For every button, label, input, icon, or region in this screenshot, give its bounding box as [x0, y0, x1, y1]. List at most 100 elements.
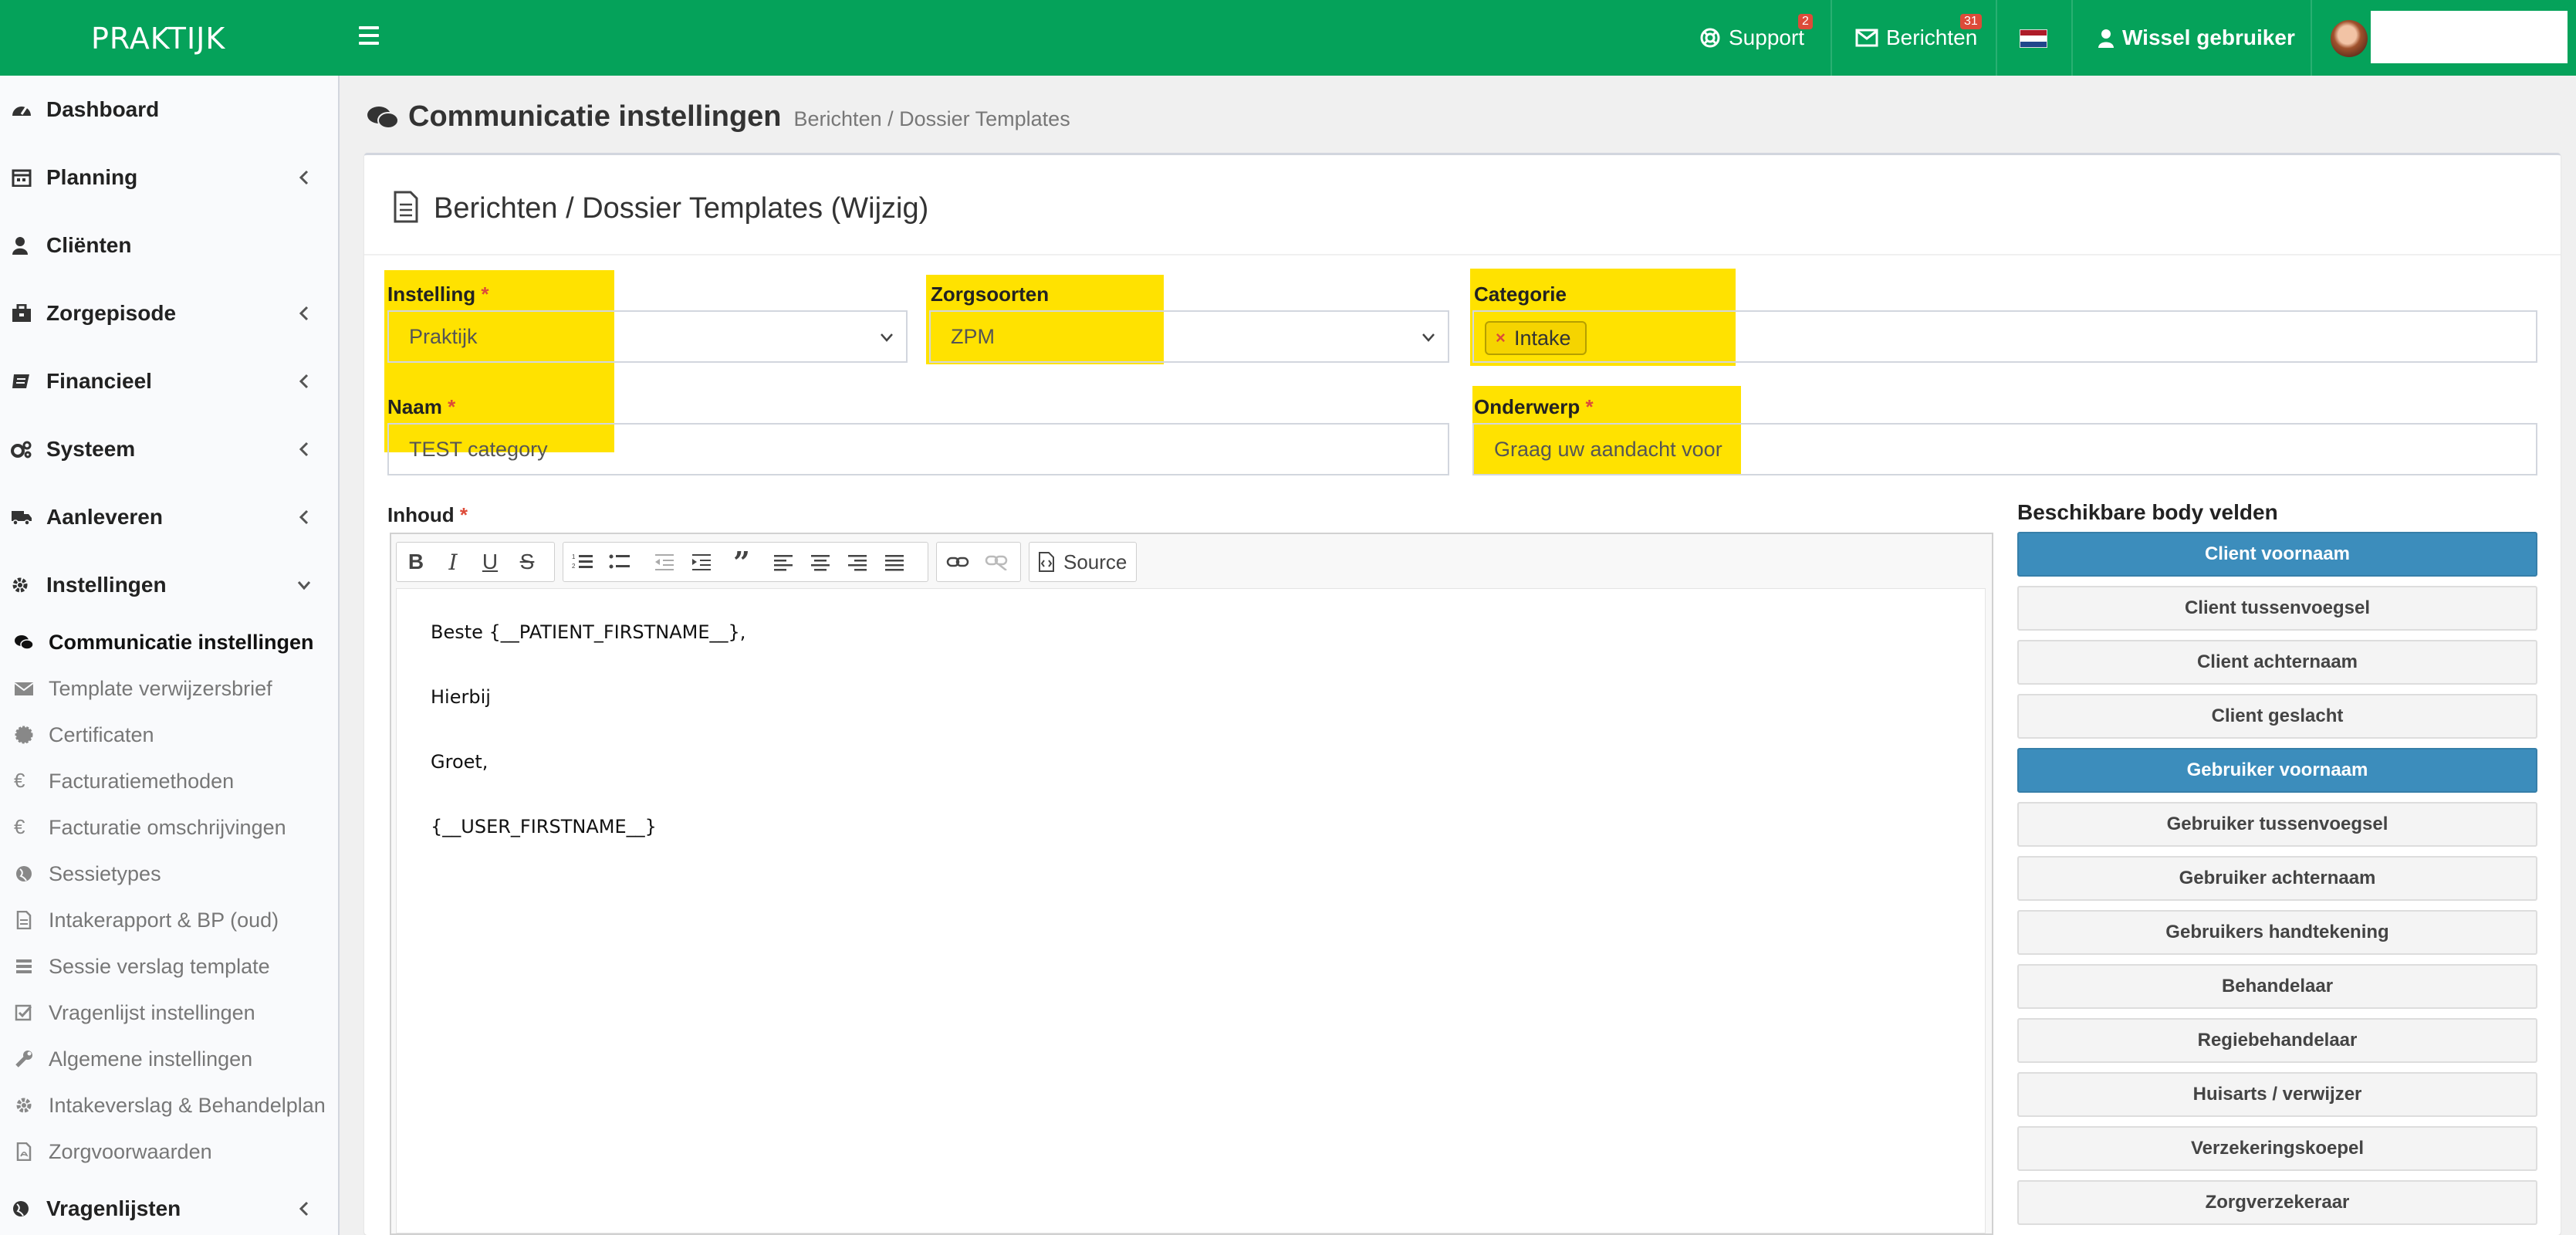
euro-icon: €	[14, 769, 25, 792]
onderwerp-value: Graag uw aandacht voor	[1494, 437, 1722, 461]
italic-icon[interactable]: I	[438, 547, 468, 577]
link-icon[interactable]	[943, 547, 972, 577]
inhoud-label: Inhoud *	[387, 503, 468, 526]
categorie-tag-intake[interactable]: × Intake	[1485, 321, 1587, 355]
sidebar-item-planning[interactable]: Planning	[0, 144, 340, 211]
chevron-left-icon	[299, 374, 309, 389]
sidebar-item-aanleveren[interactable]: Aanleveren	[0, 483, 340, 551]
sidebar-sublabel: Facturatie omschrijvingen	[49, 815, 286, 839]
unlink-icon[interactable]	[982, 547, 1011, 577]
naam-input[interactable]: TEST category	[387, 423, 1449, 475]
sidebar-sublabel: Intakeverslag & Behandelplan	[49, 1093, 326, 1117]
sidebar-subitem-facturatiemethoden[interactable]: € Facturatiemethoden	[0, 758, 340, 804]
field-client-geslacht-button[interactable]: Client geslacht	[2017, 694, 2537, 739]
sidebar-subitem-vragenlijst-instellingen[interactable]: Vragenlijst instellingen	[0, 990, 340, 1036]
checkbox-icon	[15, 1004, 32, 1021]
gear-icon	[16, 1098, 32, 1113]
sidebar-item-zorgepisode[interactable]: Zorgepisode	[0, 279, 340, 347]
field-huisarts-verwijzer-button[interactable]: Huisarts / verwijzer	[2017, 1072, 2537, 1117]
field-zorgverzekeraar-button[interactable]: Zorgverzekeraar	[2017, 1180, 2537, 1225]
outdent-icon[interactable]	[650, 547, 679, 577]
book-icon	[12, 374, 29, 388]
wrench-icon	[15, 1051, 32, 1068]
chevron-left-icon	[299, 170, 309, 185]
sidebar-item-systeem[interactable]: Systeem	[0, 415, 340, 483]
support-link[interactable]: Support	[1699, 0, 1804, 76]
sidebar-item-financieel[interactable]: Financieel	[0, 347, 340, 415]
categorie-multiselect[interactable]	[1472, 310, 2537, 363]
messages-link[interactable]: Berichten	[1855, 0, 1977, 76]
switch-user-button[interactable]: Wissel gebruiker	[2098, 0, 2295, 76]
file-text-icon	[394, 191, 418, 223]
calendar-icon	[12, 169, 32, 187]
sidebar-sublabel: Intakerapport & BP (oud)	[49, 908, 279, 932]
field-verzekeringskoepel-button[interactable]: Verzekeringskoepel	[2017, 1126, 2537, 1171]
sidebar-item-vragenlijsten[interactable]: Vragenlijsten	[0, 1175, 340, 1235]
onderwerp-input[interactable]: Graag uw aandacht voor	[1472, 423, 2537, 475]
support-badge: 2	[1798, 14, 1813, 29]
field-gebruiker-tussenvoegsel-button[interactable]: Gebruiker tussenvoegsel	[2017, 802, 2537, 847]
comments-icon	[367, 106, 399, 129]
align-left-icon[interactable]	[769, 547, 798, 577]
menu-toggle-icon[interactable]	[359, 26, 379, 45]
instelling-select[interactable]: Praktijk	[387, 310, 908, 363]
sidebar-subitem-sessietypes[interactable]: Sessietypes	[0, 851, 340, 897]
switch-user-label: Wissel gebruiker	[2122, 25, 2295, 49]
sidebar-subitem-zorgvoorwaarden[interactable]: Zorgvoorwaarden	[0, 1128, 340, 1175]
align-center-icon[interactable]	[806, 547, 835, 577]
page-title: Communicatie instellingen	[408, 100, 782, 133]
certificate-icon	[15, 726, 33, 744]
user-name-box[interactable]	[2371, 11, 2568, 63]
align-justify-icon[interactable]	[880, 547, 909, 577]
brand-logo[interactable]: PRAKTIJK	[91, 22, 225, 56]
sidebar-item-dashboard[interactable]: Dashboard	[0, 76, 340, 144]
sidebar-subitem-intakerapport[interactable]: Intakerapport & BP (oud)	[0, 897, 340, 943]
indent-icon[interactable]	[687, 547, 716, 577]
field-client-tussenvoegsel-button[interactable]: Client tussenvoegsel	[2017, 586, 2537, 631]
truck-icon	[12, 511, 32, 526]
strikethrough-icon[interactable]: S	[512, 547, 542, 577]
align-right-icon[interactable]	[843, 547, 872, 577]
sidebar-label: Cliënten	[46, 233, 132, 257]
sidebar-label: Aanleveren	[46, 505, 163, 529]
briefcase-icon	[12, 304, 31, 322]
sidebar-subitem-algemene-instellingen[interactable]: Algemene instellingen	[0, 1036, 340, 1082]
underline-icon[interactable]: U	[475, 547, 505, 577]
sidebar-subitem-communicatie[interactable]: Communicatie instellingen	[0, 619, 340, 665]
sidebar-label: Zorgepisode	[46, 301, 177, 325]
field-gebruiker-voornaam-button[interactable]: Gebruiker voornaam	[2017, 748, 2537, 793]
separator	[2311, 0, 2312, 76]
field-client-voornaam-button[interactable]: Client voornaam	[2017, 532, 2537, 577]
field-client-achternaam-button[interactable]: Client achternaam	[2017, 640, 2537, 685]
user-avatar[interactable]	[2331, 20, 2368, 57]
zorgsoorten-select[interactable]: ZPM	[929, 310, 1449, 363]
editor-content[interactable]: Beste {__PATIENT_FIRSTNAME__}, Hierbij G…	[396, 588, 1986, 1233]
bulleted-list-icon[interactable]	[605, 547, 634, 577]
sidebar-subitem-facturatie-omschrijvingen[interactable]: € Facturatie omschrijvingen	[0, 804, 340, 851]
globe-icon	[16, 866, 32, 881]
box-header: Berichten / Dossier Templates (Wijzig)	[364, 155, 2561, 255]
sidebar-item-clienten[interactable]: Cliënten	[0, 211, 340, 279]
remove-tag-icon[interactable]: ×	[1496, 328, 1506, 348]
chevron-left-icon	[299, 306, 309, 321]
bold-icon[interactable]: B	[401, 547, 431, 577]
user-icon	[12, 237, 28, 255]
field-behandelaar-button[interactable]: Behandelaar	[2017, 964, 2537, 1009]
sidebar-subitem-intakeverslag[interactable]: Intakeverslag & Behandelplan	[0, 1082, 340, 1128]
sidebar-subitem-sessie-verslag[interactable]: Sessie verslag template	[0, 943, 340, 990]
blockquote-icon[interactable]: ”	[727, 545, 756, 580]
sidebar-item-instellingen[interactable]: Instellingen	[0, 551, 340, 619]
sidebar-sublabel: Sessie verslag template	[49, 954, 270, 978]
numbered-list-icon[interactable]: 12	[568, 547, 597, 577]
language-flag-icon[interactable]	[2020, 29, 2047, 48]
field-gebruiker-achternaam-button[interactable]: Gebruiker achternaam	[2017, 856, 2537, 901]
field-regiebehandelaar-button[interactable]: Regiebehandelaar	[2017, 1018, 2537, 1063]
sidebar-label: Dashboard	[46, 97, 160, 121]
pdf-icon	[16, 1142, 32, 1161]
source-label: Source	[1063, 550, 1127, 574]
sidebar-subitem-template-verwijzersbrief[interactable]: Template verwijzersbrief	[0, 665, 340, 712]
source-icon	[1039, 552, 1054, 572]
field-gebruikers-handtekening-button[interactable]: Gebruikers handtekening	[2017, 910, 2537, 955]
sidebar-subitem-certificaten[interactable]: Certificaten	[0, 712, 340, 758]
source-button[interactable]: Source	[1037, 547, 1127, 577]
